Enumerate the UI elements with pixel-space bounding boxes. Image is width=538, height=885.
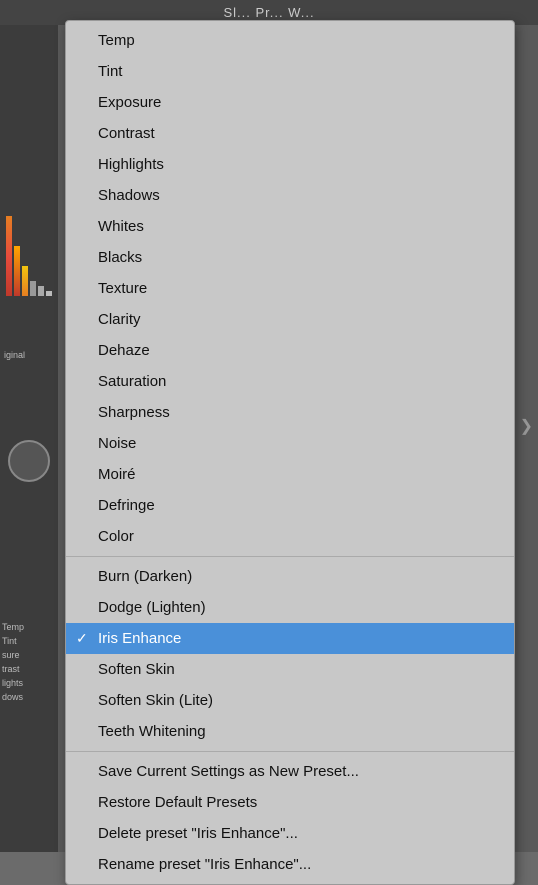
top-bar-title: Sl... Pr... W... (223, 5, 314, 20)
menu-item-save-preset[interactable]: Save Current Settings as New Preset... (66, 756, 514, 787)
menu-item-defringe[interactable]: Defringe (66, 490, 514, 521)
menu-item-color[interactable]: Color (66, 521, 514, 552)
menu-item-teeth-whitening[interactable]: Teeth Whitening (66, 716, 514, 747)
menu-item-rename-preset[interactable]: Rename preset "Iris Enhance"... (66, 849, 514, 880)
menu-item-contrast[interactable]: Contrast (66, 118, 514, 149)
menu-item-dodge[interactable]: Dodge (Lighten) (66, 592, 514, 623)
side-label-expo: sure (0, 648, 58, 662)
side-label-contrast: trast (0, 662, 58, 676)
histogram-bar (38, 286, 44, 296)
checkmark-icon: ✓ (76, 629, 88, 649)
menu-item-blacks[interactable]: Blacks (66, 242, 514, 273)
menu-item-burn[interactable]: Burn (Darken) (66, 561, 514, 592)
histogram-area (0, 140, 58, 300)
menu-item-restore-presets[interactable]: Restore Default Presets (66, 787, 514, 818)
menu-item-delete-preset[interactable]: Delete preset "Iris Enhance"... (66, 818, 514, 849)
side-labels: Temp Tint sure trast lights dows (0, 620, 58, 704)
menu-item-saturation[interactable]: Saturation (66, 366, 514, 397)
histogram-bar (46, 291, 52, 296)
menu-section-2: Burn (Darken) Dodge (Lighten) ✓ Iris Enh… (66, 556, 514, 751)
side-label-tint: Tint (0, 634, 58, 648)
side-label-lights: lights (0, 676, 58, 690)
menu-item-noise[interactable]: Noise (66, 428, 514, 459)
menu-item-moire[interactable]: Moiré (66, 459, 514, 490)
histogram-bar (30, 281, 36, 296)
menu-item-tint[interactable]: Tint (66, 56, 514, 87)
menu-item-temp[interactable]: Temp (66, 25, 514, 56)
histogram-bar (14, 246, 20, 296)
menu-section-3: Save Current Settings as New Preset... R… (66, 751, 514, 884)
menu-item-soften-skin[interactable]: Soften Skin (66, 654, 514, 685)
menu-item-clarity[interactable]: Clarity (66, 304, 514, 335)
menu-item-soften-skin-lite[interactable]: Soften Skin (Lite) (66, 685, 514, 716)
label-original: iginal (4, 350, 25, 360)
menu-section-1: Temp Tint Exposure Contrast Highlights S… (66, 21, 514, 556)
circle-widget[interactable] (8, 440, 50, 482)
menu-item-texture[interactable]: Texture (66, 273, 514, 304)
side-label-dows: dows (0, 690, 58, 704)
menu-item-dehaze[interactable]: Dehaze (66, 335, 514, 366)
left-panel: iginal Temp Tint sure trast lights dows (0, 0, 58, 852)
histogram-bar (6, 216, 12, 296)
menu-item-exposure[interactable]: Exposure (66, 87, 514, 118)
menu-item-whites[interactable]: Whites (66, 211, 514, 242)
menu-item-sharpness[interactable]: Sharpness (66, 397, 514, 428)
menu-item-highlights[interactable]: Highlights (66, 149, 514, 180)
side-label-temp: Temp (0, 620, 58, 634)
right-edge: ❯ (520, 0, 538, 852)
dropdown-menu: Temp Tint Exposure Contrast Highlights S… (65, 20, 515, 885)
menu-item-shadows[interactable]: Shadows (66, 180, 514, 211)
histogram-bar (22, 266, 28, 296)
right-arrow-icon[interactable]: ❯ (520, 416, 533, 436)
menu-item-iris-enhance[interactable]: ✓ Iris Enhance (66, 623, 514, 654)
